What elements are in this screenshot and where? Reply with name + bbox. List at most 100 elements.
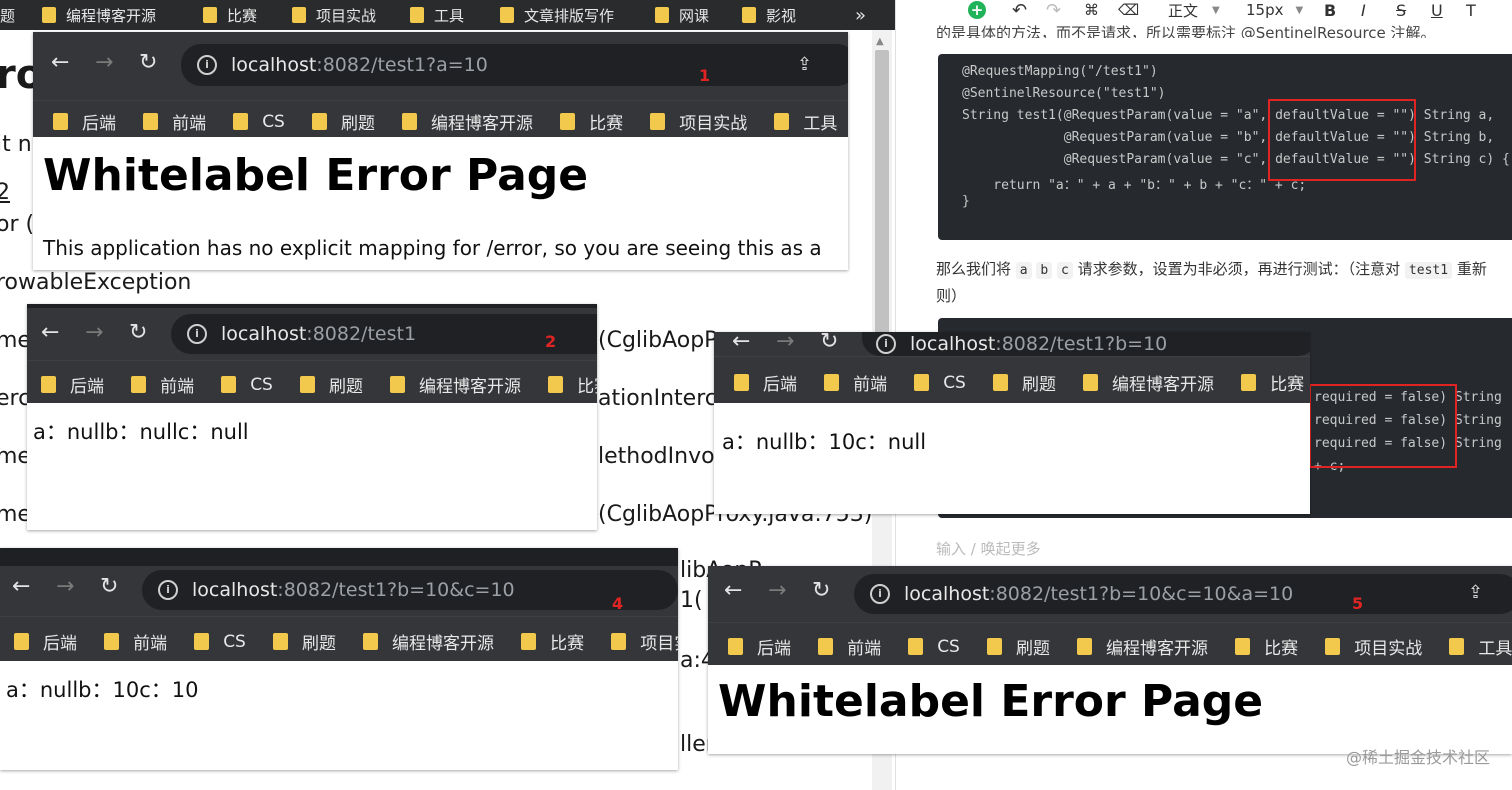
undo-button[interactable]: ↶: [1012, 0, 1027, 21]
bookmark-item[interactable]: 工具: [774, 109, 837, 134]
background-tab[interactable]: 项目实战: [292, 0, 376, 30]
background-tab[interactable]: 题: [0, 0, 15, 30]
back-arrow-icon[interactable]: ←: [12, 574, 30, 599]
reload-icon[interactable]: ↻: [812, 578, 830, 603]
bookmark-item[interactable]: 项目实战: [611, 629, 678, 654]
address-bar[interactable]: i localhost:8082/test1?b=10: [862, 332, 1310, 356]
tab-overflow-button[interactable]: »: [855, 0, 866, 30]
reload-icon[interactable]: ↻: [129, 320, 147, 345]
clear-format-button[interactable]: ⌫: [1118, 0, 1139, 20]
editor-paragraph-cont: 则）: [936, 287, 967, 305]
italic-button[interactable]: I: [1361, 0, 1366, 20]
back-arrow-icon[interactable]: ←: [51, 50, 69, 75]
scrollbar-thumb[interactable]: [875, 50, 889, 340]
format-painter-button[interactable]: ⌘: [1084, 0, 1099, 20]
insert-button[interactable]: +: [968, 0, 986, 20]
bookmark-item[interactable]: 编程博客开源: [390, 372, 521, 397]
scroll-up-icon[interactable]: ▲: [876, 36, 884, 47]
forward-arrow-icon[interactable]: →: [95, 50, 113, 75]
info-icon[interactable]: i: [870, 584, 890, 604]
underline-button[interactable]: U: [1431, 0, 1443, 20]
underline-icon: U: [1431, 0, 1443, 20]
bookmarks-bar: 后端 前端 CS 刷题 编程博客开源 比赛: [27, 360, 597, 403]
bookmark-item[interactable]: 项目实战: [1325, 634, 1422, 659]
bookmark-item[interactable]: 后端: [14, 629, 77, 654]
redo-button[interactable]: ↷: [1046, 0, 1061, 21]
page-body-text: a：nullb：nullc：null: [33, 420, 249, 444]
bookmark-item[interactable]: 工具: [1449, 634, 1512, 659]
bookmark-item[interactable]: 比赛: [521, 629, 584, 654]
strikethrough-button[interactable]: S: [1396, 0, 1406, 20]
folder-icon: [1235, 638, 1251, 655]
background-tab[interactable]: 网课: [655, 0, 709, 30]
background-tab[interactable]: 编程博客开源: [42, 0, 156, 30]
bookmark-item[interactable]: 后端: [734, 370, 797, 395]
bookmark-item[interactable]: 刷题: [299, 372, 363, 397]
forward-arrow-icon[interactable]: →: [56, 574, 74, 599]
info-icon[interactable]: i: [187, 324, 207, 344]
more-format-button[interactable]: T: [1466, 0, 1476, 20]
bookmark-item[interactable]: 刷题: [272, 629, 336, 654]
bookmark-item[interactable]: 前端: [104, 629, 167, 654]
background-tab[interactable]: 比赛: [203, 0, 257, 30]
reload-icon[interactable]: ↻: [100, 574, 118, 599]
bookmark-item[interactable]: 刷题: [992, 370, 1056, 395]
bookmark-item[interactable]: 比赛: [560, 109, 623, 134]
bookmark-item[interactable]: 后端: [41, 372, 104, 397]
bookmark-item[interactable]: 后端: [53, 109, 116, 134]
share-icon[interactable]: ⇪: [1468, 582, 1483, 603]
info-icon[interactable]: i: [197, 55, 217, 75]
bookmark-item[interactable]: 前端: [143, 109, 206, 134]
share-icon[interactable]: ⇪: [797, 54, 812, 75]
background-tab[interactable]: 工具: [410, 0, 464, 30]
bookmark-item[interactable]: 项目实战: [650, 109, 747, 134]
bookmark-item[interactable]: 比赛: [1235, 634, 1298, 659]
back-arrow-icon[interactable]: ←: [732, 332, 750, 354]
address-bar[interactable]: i localhost:8082/test1?b=10&c=10: [142, 570, 678, 610]
tab-label: 影视: [766, 6, 797, 25]
bookmark-item[interactable]: 刷题: [986, 634, 1050, 659]
bookmark-item[interactable]: CS: [194, 632, 246, 652]
back-arrow-icon[interactable]: ←: [724, 578, 742, 603]
bookmark-item[interactable]: 刷题: [311, 109, 375, 134]
bookmark-item[interactable]: CS: [221, 375, 273, 395]
forward-arrow-icon[interactable]: →: [768, 578, 786, 603]
bookmark-item[interactable]: CS: [914, 373, 966, 393]
bold-button[interactable]: B: [1324, 0, 1336, 20]
bookmark-item[interactable]: 前端: [824, 370, 887, 395]
bookmark-item[interactable]: 比赛: [548, 372, 597, 397]
background-tab[interactable]: 文章排版写作: [500, 0, 614, 30]
info-icon[interactable]: i: [158, 580, 178, 600]
address-bar[interactable]: i localhost:8082/test1?a=10: [181, 44, 848, 86]
bookmark-item[interactable]: 比赛: [1241, 370, 1304, 395]
forward-arrow-icon[interactable]: →: [85, 320, 103, 345]
bookmark-item[interactable]: 后端: [728, 634, 791, 659]
bookmark-item[interactable]: 编程博客开源: [1083, 370, 1214, 395]
bookmark-item[interactable]: 编程博客开源: [363, 629, 494, 654]
folder-icon: [390, 376, 406, 393]
bookmark-item[interactable]: CS: [233, 112, 285, 132]
reload-icon[interactable]: ↻: [820, 332, 838, 354]
folder-icon: [611, 633, 627, 650]
bookmark-item[interactable]: 编程博客开源: [1077, 634, 1208, 659]
bookmark-item[interactable]: 前端: [818, 634, 881, 659]
reload-icon[interactable]: ↻: [139, 50, 157, 75]
background-tab[interactable]: 影视: [742, 0, 796, 30]
page-heading: Whitelabel Error Page: [718, 676, 1264, 727]
back-arrow-icon[interactable]: ←: [41, 320, 59, 345]
inline-code: b: [1036, 262, 1053, 279]
bookmark-item[interactable]: 前端: [131, 372, 194, 397]
font-size-select[interactable]: 15px ▼: [1246, 0, 1303, 20]
info-icon[interactable]: i: [876, 334, 896, 354]
bookmark-item[interactable]: 编程博客开源: [402, 109, 533, 134]
inline-code: test1: [1404, 262, 1453, 279]
highlight-box-default-value: [1268, 99, 1416, 181]
bookmark-item[interactable]: CS: [908, 637, 960, 657]
forward-arrow-icon[interactable]: →: [776, 332, 794, 354]
code-line: @RequestParam(value = "c", defaultValue …: [962, 152, 1510, 167]
address-bar[interactable]: i localhost:8082/test1?b=10&c=10&a=10: [854, 574, 1512, 614]
code-block-default-value[interactable]: [938, 54, 1512, 240]
address-bar[interactable]: i localhost:8082/test1: [171, 314, 597, 354]
editor-input-placeholder[interactable]: 输入 / 唤起更多: [936, 538, 1041, 559]
paragraph-style-select[interactable]: 正文 ▼: [1168, 0, 1220, 20]
